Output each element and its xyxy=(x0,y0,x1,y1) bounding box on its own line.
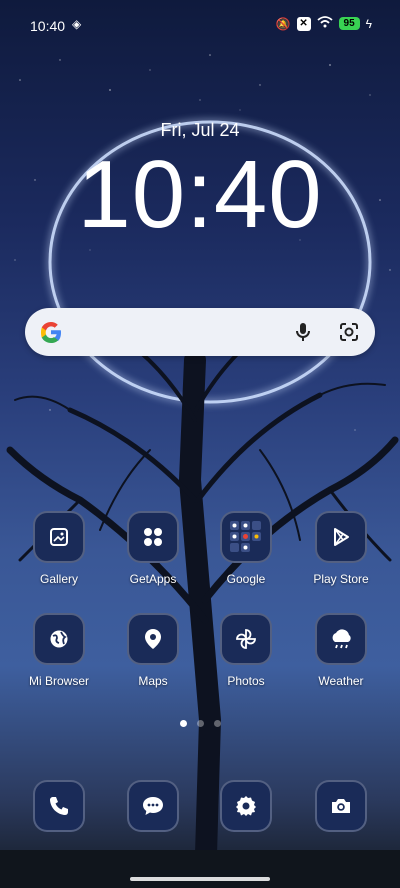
app-label: Maps xyxy=(138,674,168,688)
status-icons: 🔕 ✕ 95 ϟ xyxy=(276,16,372,31)
app-google-folder[interactable]: Google xyxy=(206,511,286,586)
sim-x-icon: ✕ xyxy=(296,16,311,31)
phone-icon xyxy=(33,780,85,832)
app-label: Gallery xyxy=(39,572,78,586)
app-label: Weather xyxy=(318,674,364,688)
app-weather[interactable]: Weather xyxy=(301,613,381,688)
google-search-bar[interactable] xyxy=(25,308,375,356)
gallery-icon xyxy=(33,511,85,563)
app-mi-browser[interactable]: Mi Browser xyxy=(19,613,99,688)
page-dot[interactable] xyxy=(196,720,204,727)
page-dot[interactable] xyxy=(213,720,221,727)
app-maps[interactable]: Maps xyxy=(113,613,193,688)
globe-icon xyxy=(33,613,85,665)
app-play-store[interactable]: Play Store xyxy=(301,511,381,586)
app-getapps[interactable]: GetApps xyxy=(113,511,193,586)
page-dot[interactable] xyxy=(179,720,187,727)
page-indicator xyxy=(0,720,400,727)
mic-icon[interactable] xyxy=(291,320,315,344)
app-gallery[interactable]: Gallery xyxy=(19,511,99,586)
dock-messages[interactable] xyxy=(113,780,193,832)
pinwheel-icon xyxy=(220,613,272,665)
dock-camera[interactable] xyxy=(301,780,381,832)
google-folder-icon xyxy=(220,511,272,563)
app-label: Play Store xyxy=(313,572,369,586)
mute-icon: 🔕 xyxy=(275,16,291,31)
app-label: Google xyxy=(226,572,266,586)
messages-icon xyxy=(127,780,179,832)
getapps-icon xyxy=(127,511,179,563)
battery-badge: 95 xyxy=(338,17,360,30)
app-label: Photos xyxy=(227,674,265,688)
status-time: 10:40 xyxy=(30,18,66,34)
app-label: Mi Browser xyxy=(28,674,89,688)
notification-icon: ◈ xyxy=(72,17,82,31)
wifi-icon xyxy=(316,16,333,31)
gesture-nav-bar[interactable] xyxy=(130,877,270,881)
settings-gear-icon xyxy=(220,780,272,832)
app-label: GetApps xyxy=(129,572,177,586)
google-g-icon xyxy=(41,322,61,343)
map-pin-icon xyxy=(127,613,179,665)
status-bar: 10:40 ◈ 🔕 ✕ 95 ϟ xyxy=(0,0,400,50)
charging-icon: ϟ xyxy=(365,16,372,31)
app-photos[interactable]: Photos xyxy=(206,613,286,688)
camera-icon xyxy=(315,780,367,832)
play-store-icon xyxy=(315,511,367,563)
dock-phone[interactable] xyxy=(19,780,99,832)
dock-settings[interactable] xyxy=(206,780,286,832)
cloud-rain-icon xyxy=(315,613,367,665)
date-label: Fri, Jul 24 xyxy=(160,120,240,140)
google-lens-icon[interactable] xyxy=(337,320,361,344)
clock-widget[interactable]: 10:40 xyxy=(0,140,400,250)
